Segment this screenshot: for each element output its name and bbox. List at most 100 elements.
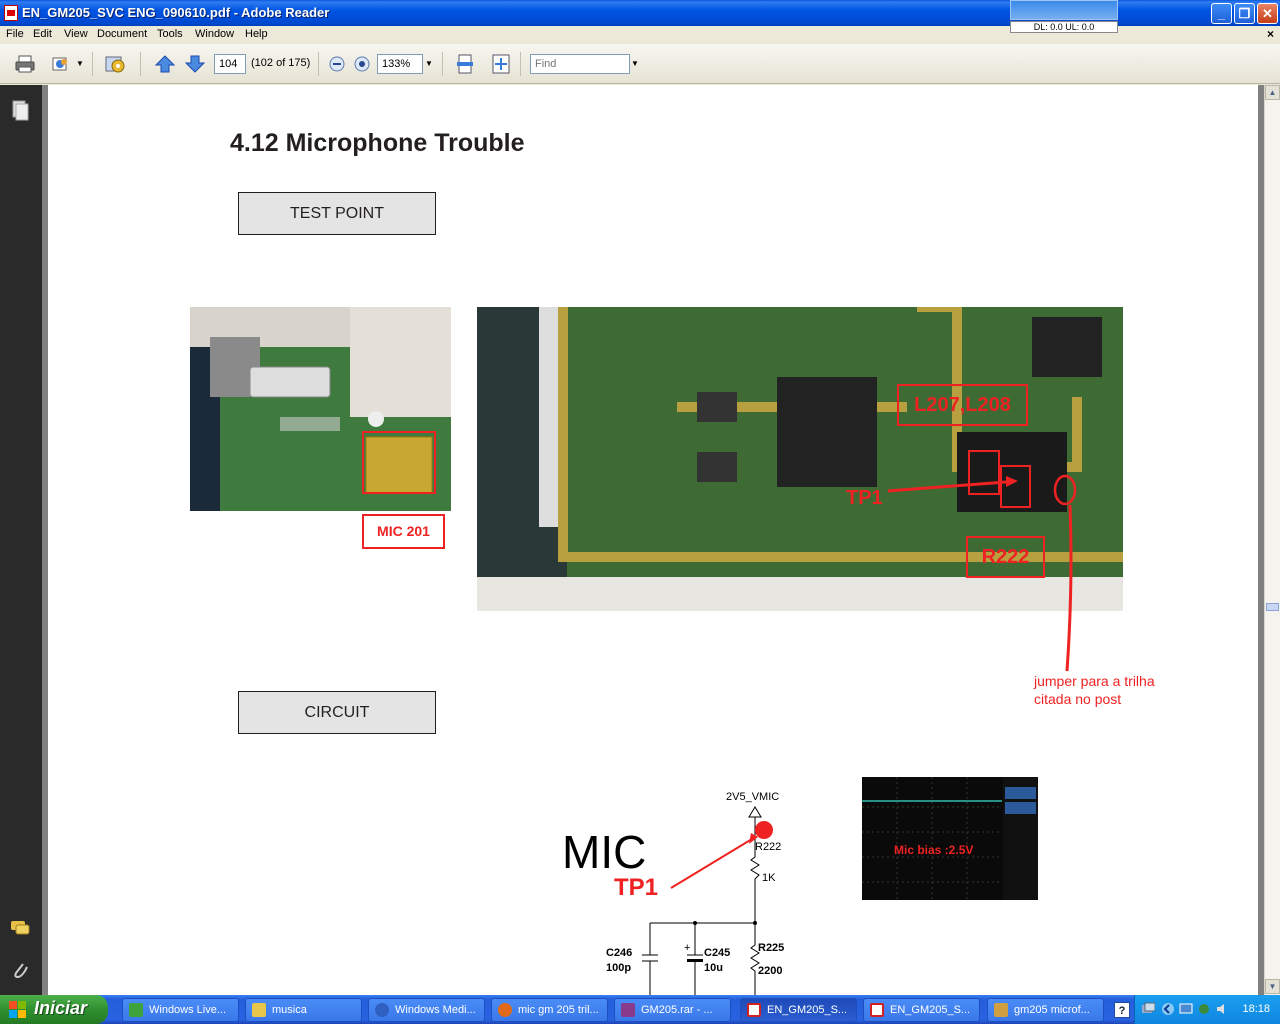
taskbar: Iniciar Windows Live... musica Windows M… xyxy=(0,995,1280,1024)
task-label: musica xyxy=(272,1004,307,1016)
document-close-icon[interactable]: × xyxy=(1267,27,1274,41)
scroll-up-icon[interactable]: ▲ xyxy=(1265,85,1280,100)
task-windows-live[interactable]: Windows Live... xyxy=(122,998,239,1022)
zoom-dropdown-icon[interactable]: ▼ xyxy=(423,54,435,74)
toolbar-separator xyxy=(442,52,443,76)
c246-value: 100p xyxy=(606,962,632,974)
network-meter-widget xyxy=(1010,0,1118,20)
navigation-pane xyxy=(0,85,42,995)
task-label: mic gm 205 tril... xyxy=(518,1004,599,1016)
minimize-button[interactable]: _ xyxy=(1211,3,1232,24)
task-adobe-reader[interactable]: EN_GM205_S... xyxy=(863,998,980,1022)
menu-document[interactable]: Document xyxy=(97,28,147,40)
collaborate-icon[interactable] xyxy=(50,54,72,74)
menu-tools[interactable]: Tools xyxy=(157,28,183,40)
network-meter-text: DL: 0.0 UL: 0.0 xyxy=(1010,21,1118,33)
attachments-panel-icon[interactable] xyxy=(9,959,31,981)
pdf-icon xyxy=(747,1003,761,1017)
menu-help[interactable]: Help xyxy=(245,28,268,40)
zoom-input[interactable] xyxy=(377,54,423,74)
title-bar: EN_GM205_SVC ENG_090610.pdf - Adobe Read… xyxy=(0,0,1280,33)
c245-capacitor xyxy=(687,959,703,962)
zoom-in-icon[interactable] xyxy=(351,54,373,74)
jumper-note: jumper para a trilha citada no post xyxy=(1034,673,1155,707)
page-number-input[interactable] xyxy=(214,54,246,74)
scroll-down-icon[interactable]: ▼ xyxy=(1265,979,1280,994)
task-label: EN_GM205_S... xyxy=(767,1004,848,1016)
chevron-left-icon[interactable] xyxy=(1161,1002,1175,1016)
paint-icon xyxy=(994,1003,1008,1017)
r225-label: R225 xyxy=(758,942,785,954)
close-button[interactable]: ✕ xyxy=(1257,3,1278,24)
winrar-icon xyxy=(621,1003,635,1017)
menu-view[interactable]: View xyxy=(64,28,88,40)
collaborate-dropdown-icon[interactable]: ▼ xyxy=(74,54,86,74)
document-area[interactable]: 4.12 Microphone Trouble TEST POINT MIC 2… xyxy=(42,85,1264,995)
page-count-label: (102 of 175) xyxy=(251,57,311,69)
tp1-highlight-box xyxy=(1000,465,1031,508)
task-adobe-reader-active[interactable]: EN_GM205_S... xyxy=(740,998,857,1022)
c245-label: C245 xyxy=(704,947,731,959)
print-icon[interactable] xyxy=(14,54,36,74)
volume-tray-icon[interactable] xyxy=(1215,1002,1229,1016)
firefox-icon xyxy=(498,1003,512,1017)
menu-file[interactable]: File xyxy=(6,28,24,40)
r222-resistor xyxy=(750,850,760,923)
maximize-button[interactable]: ❐ xyxy=(1234,3,1255,24)
mic-bias-label: Mic bias :2.5V xyxy=(894,843,974,857)
task-label: GM205.rar - ... xyxy=(641,1004,713,1016)
oscilloscope-screenshot: Mic bias :2.5V xyxy=(862,777,1038,900)
windows-live-icon xyxy=(129,1003,143,1017)
task-musica[interactable]: musica xyxy=(245,998,362,1022)
l207-highlight-box xyxy=(968,450,1000,495)
r222-value: 1K xyxy=(762,872,776,884)
vertical-scrollbar[interactable]: ▲ ▼ xyxy=(1264,85,1280,995)
r225-resistor xyxy=(750,923,760,995)
previous-page-icon[interactable] xyxy=(154,54,176,74)
task-label: Windows Medi... xyxy=(395,1004,476,1016)
tp1-test-point-dot xyxy=(755,821,773,839)
pdf-app-icon xyxy=(4,5,18,21)
r222-schematic-label: R222 xyxy=(755,841,782,853)
task-winrar[interactable]: GM205.rar - ... xyxy=(614,998,731,1022)
zoom-out-icon[interactable] xyxy=(326,54,348,74)
menu-edit[interactable]: Edit xyxy=(33,28,52,40)
fit-window-icon[interactable] xyxy=(490,54,512,74)
toolbar-separator xyxy=(520,52,521,76)
pdf-page: 4.12 Microphone Trouble TEST POINT MIC 2… xyxy=(48,85,1258,995)
pages-panel-icon[interactable] xyxy=(9,99,31,121)
media-player-icon xyxy=(375,1003,389,1017)
c246-label: C246 xyxy=(606,947,633,959)
tp1-schematic-label: TP1 xyxy=(614,874,659,901)
task-label: Windows Live... xyxy=(149,1004,227,1016)
start-label: Iniciar xyxy=(34,998,88,1018)
toolbar-separator xyxy=(92,52,93,76)
task-gm205-microfone[interactable]: gm205 microf... xyxy=(987,998,1104,1022)
tp1-board-label: TP1 xyxy=(846,487,883,509)
mic-highlight-box xyxy=(362,431,436,494)
messenger-tray-icon[interactable] xyxy=(1197,1002,1211,1016)
start-button[interactable]: Iniciar xyxy=(0,995,108,1024)
folder-icon xyxy=(252,1003,266,1017)
task-label: gm205 microf... xyxy=(1014,1004,1090,1016)
comments-panel-icon[interactable] xyxy=(9,917,31,939)
find-dropdown-icon[interactable]: ▼ xyxy=(629,54,641,74)
task-windows-media[interactable]: Windows Medi... xyxy=(368,998,485,1022)
connection-tray-icon[interactable] xyxy=(1179,1002,1193,1016)
scroll-thumb[interactable] xyxy=(1266,603,1279,611)
task-firefox[interactable]: mic gm 205 tril... xyxy=(491,998,608,1022)
next-page-icon[interactable] xyxy=(184,54,206,74)
system-tray: 18:18 xyxy=(1134,995,1280,1024)
clock[interactable]: 18:18 xyxy=(1242,1003,1270,1015)
help-tray-icon[interactable]: ? xyxy=(1114,1002,1130,1018)
scrolling-mode-icon[interactable] xyxy=(454,54,476,74)
toolbar: ▼ (102 of 175) ▼ ▼ xyxy=(0,44,1280,84)
network-tray-icon[interactable] xyxy=(1141,1002,1155,1016)
menu-window[interactable]: Window xyxy=(195,28,234,40)
r222-label: R222 xyxy=(966,536,1045,578)
supply-label: 2V5_VMIC xyxy=(726,791,780,803)
c245-polarity: + xyxy=(684,942,690,954)
mic-schematic-label: MIC xyxy=(562,826,647,878)
secure-settings-icon[interactable] xyxy=(104,54,126,74)
find-input[interactable] xyxy=(530,54,630,74)
